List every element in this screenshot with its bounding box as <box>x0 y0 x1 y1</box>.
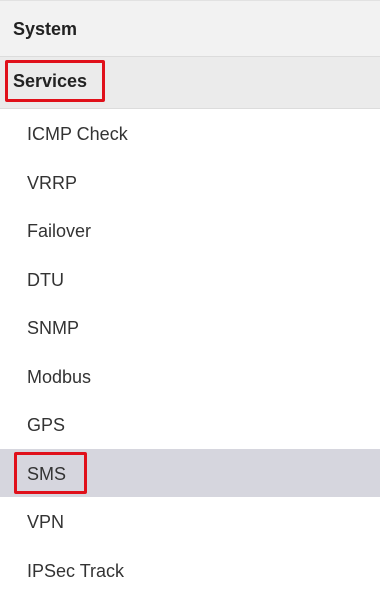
services-submenu: ICMP Check VRRP Failover DTU SNMP Modbus… <box>0 109 380 594</box>
sidebar-item-modbus[interactable]: Modbus <box>0 352 380 401</box>
sidebar-section-system[interactable]: System <box>0 0 380 57</box>
sidebar-item-label: VPN <box>27 512 64 533</box>
sidebar-item-gps[interactable]: GPS <box>0 400 380 449</box>
sidebar-item-label: GPS <box>27 415 65 436</box>
sidebar-item-label: VRRP <box>27 173 77 194</box>
sidebar-item-ipsec-track[interactable]: IPSec Track <box>0 546 380 594</box>
sidebar-item-vrrp[interactable]: VRRP <box>0 158 380 207</box>
sidebar-item-label: DTU <box>27 270 64 291</box>
sidebar-item-label: ICMP Check <box>27 124 128 145</box>
sidebar-section-services[interactable]: Services <box>0 57 380 109</box>
sidebar-item-label: Failover <box>27 221 91 242</box>
sidebar-item-label: SNMP <box>27 318 79 339</box>
sidebar-item-snmp[interactable]: SNMP <box>0 303 380 352</box>
sidebar-item-label: IPSec Track <box>27 561 124 582</box>
sidebar-item-sms[interactable]: SMS <box>0 449 380 498</box>
sidebar-item-label: SMS <box>27 464 66 485</box>
sidebar-section-system-label: System <box>13 19 77 40</box>
sidebar-item-icmp-check[interactable]: ICMP Check <box>0 109 380 158</box>
sidebar-item-vpn[interactable]: VPN <box>0 497 380 546</box>
sidebar-item-failover[interactable]: Failover <box>0 206 380 255</box>
sidebar-item-dtu[interactable]: DTU <box>0 255 380 304</box>
sidebar-section-services-label: Services <box>13 71 87 92</box>
sidebar-item-label: Modbus <box>27 367 91 388</box>
sidebar-nav: System Services ICMP Check VRRP Failover… <box>0 0 380 585</box>
